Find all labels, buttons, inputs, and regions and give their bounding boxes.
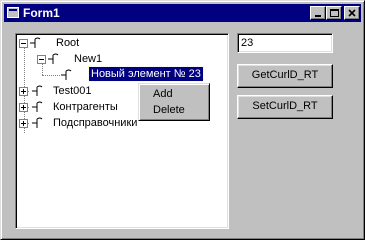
tree-node-label: Test001 bbox=[53, 85, 92, 97]
id-textbox[interactable]: 23 bbox=[237, 33, 333, 53]
node-icon bbox=[48, 53, 59, 64]
menu-item-delete[interactable]: Delete bbox=[153, 103, 185, 117]
maximize-button[interactable] bbox=[326, 6, 342, 20]
title-bar[interactable]: Form1 bbox=[4, 4, 361, 22]
set-curid-button[interactable]: SetCurlD_RT bbox=[237, 95, 333, 119]
tree-node-label: New1 bbox=[74, 53, 103, 65]
node-icon bbox=[30, 37, 41, 48]
maximize-icon bbox=[330, 9, 339, 17]
minimize-button[interactable] bbox=[310, 6, 326, 20]
close-button[interactable] bbox=[344, 6, 360, 20]
window-title: Form1 bbox=[23, 6, 60, 20]
menu-item-add[interactable]: Add bbox=[153, 87, 173, 101]
get-curid-button[interactable]: GetCurlD_RT bbox=[237, 64, 333, 88]
close-icon bbox=[348, 9, 356, 17]
tree-node-label: Новый элемент № 23 bbox=[88, 66, 204, 82]
node-icon bbox=[61, 69, 72, 80]
form-icon[interactable] bbox=[7, 7, 19, 18]
tree-node-label: Подсправочники bbox=[53, 117, 138, 129]
expand-icon[interactable] bbox=[19, 103, 28, 112]
tree-view[interactable]: Root New1 Новый элемент № 23 Test001 Кон… bbox=[15, 33, 229, 229]
minimize-icon bbox=[315, 15, 321, 17]
expand-icon[interactable] bbox=[19, 87, 28, 96]
form-window: Form1 Root New1 Новый элемент № 23 Test0… bbox=[0, 0, 365, 240]
node-icon bbox=[32, 117, 43, 128]
collapse-icon[interactable] bbox=[19, 39, 28, 48]
context-menu: Add Delete bbox=[138, 83, 210, 121]
expand-icon[interactable] bbox=[19, 119, 28, 128]
tree-node-label: Контрагенты bbox=[53, 101, 118, 113]
tree-connector bbox=[42, 64, 43, 75]
tree-connector bbox=[42, 75, 60, 76]
node-icon bbox=[32, 101, 43, 112]
node-icon bbox=[32, 85, 43, 96]
collapse-icon[interactable] bbox=[37, 55, 46, 64]
tree-node-label: Root bbox=[56, 37, 80, 49]
